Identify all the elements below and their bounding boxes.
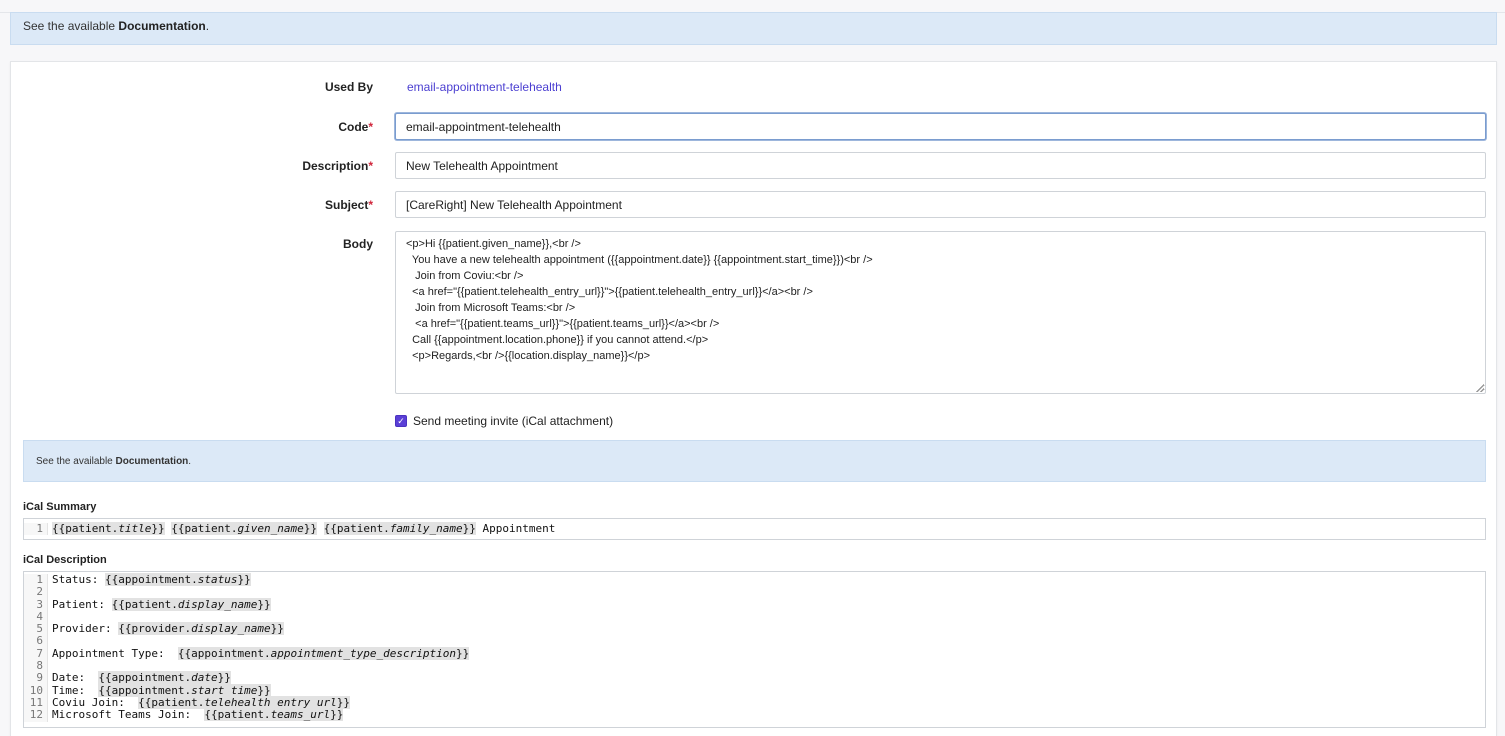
code-text: Microsoft Teams Join:	[52, 708, 205, 722]
code-input[interactable]	[395, 113, 1486, 140]
template-variable: {{appointment.appointment_type_descripti…	[177, 646, 470, 660]
line-number: 2	[24, 585, 48, 599]
required-marker: *	[368, 159, 373, 173]
variable-object: patient.	[151, 695, 205, 709]
variable-field: appointment_type_description	[270, 646, 457, 660]
line-content: {{patient.title}} {{patient.given_name}}…	[48, 522, 556, 535]
send-invite-label: Send meeting invite (iCal attachment)	[413, 414, 614, 428]
variable-object: provider.	[131, 622, 192, 636]
checkbox-checked-icon[interactable]: ✓	[395, 415, 407, 427]
subject-label: Subject*	[324, 198, 373, 212]
code-line[interactable]: 12 Microsoft Teams Join: {{patient.teams_…	[24, 708, 1485, 722]
variable-field: title	[118, 522, 152, 535]
code-line[interactable]: 1 {{patient.title}} {{patient.given_name}…	[24, 522, 1485, 536]
template-form-panel: Used By email-appointment-telehealth Cod…	[10, 61, 1497, 736]
template-variable: {{patient.display_name}}	[111, 597, 271, 611]
documentation-info-box: See the available Documentation.	[23, 440, 1486, 482]
ical-summary-title: iCal Summary	[23, 501, 97, 513]
variable-object: appointment.	[111, 683, 192, 697]
variable-object: appointment.	[118, 573, 198, 586]
line-content: Appointment Type: {{appointment.appointm…	[48, 646, 470, 660]
variable-field: given_name	[237, 522, 304, 535]
variable-field: family_name	[389, 522, 463, 535]
code-line[interactable]: 1 Status: {{appointment.status}}	[24, 573, 1485, 587]
ical-description-title: iCal Description	[23, 554, 107, 566]
variable-field: display_name	[191, 622, 271, 636]
body-label: Body	[343, 237, 373, 251]
template-variable: {{patient.title}}	[52, 522, 165, 535]
code-line[interactable]: 3 Patient: {{patient.display_name}}	[24, 597, 1485, 611]
variable-object: appointment.	[191, 646, 271, 660]
line-number: 1	[24, 522, 48, 536]
code-text: Provider:	[52, 622, 119, 636]
code-text: Patient:	[52, 597, 112, 611]
line-number: 6	[24, 635, 48, 648]
variable-object: appointment.	[111, 671, 192, 685]
documentation-link[interactable]: Documentation	[118, 19, 205, 33]
line-content: Microsoft Teams Join: {{patient.teams_ur…	[48, 708, 344, 722]
code-line[interactable]: 7 Appointment Type: {{appointment.appoint…	[24, 646, 1485, 661]
template-variable: {{patient.given_name}}	[171, 522, 317, 535]
description-input[interactable]	[395, 152, 1486, 179]
template-variable: {{appointment.date}}	[98, 671, 231, 685]
template-variable: {{patient.teams_url}}	[204, 708, 344, 722]
ical-summary-editor[interactable]: 1 {{patient.title}} {{patient.given_name}…	[23, 518, 1486, 540]
doc-box-prefix: See the available	[36, 456, 116, 467]
variable-field: teams_url	[270, 708, 331, 722]
code-line[interactable]: 5 Provider: {{provider.display_name}}	[24, 622, 1485, 636]
variable-object: patient.	[217, 708, 271, 722]
code-text: Status:	[52, 573, 105, 586]
send-invite-row[interactable]: ✓ Send meeting invite (iCal attachment)	[395, 414, 613, 428]
variable-object: patient.	[184, 522, 238, 535]
template-variable: {{patient.telehealth_entry_url}}	[138, 695, 351, 709]
variable-field: telehealth_entry_url	[204, 695, 337, 709]
used-by-label: Used By	[324, 80, 373, 94]
ical-description-editor[interactable]: 1 Status: {{appointment.status}} 2 3 Patient…	[23, 571, 1486, 728]
variable-field: start_time	[191, 683, 258, 697]
banner-prefix: See the available	[23, 19, 119, 33]
doc-box-suffix: .	[188, 456, 192, 467]
code-text: Appointment	[475, 522, 556, 535]
template-variable: {{appointment.start_time}}	[98, 683, 271, 697]
documentation-banner: See the available Documentation.	[10, 12, 1497, 45]
variable-field: date	[191, 671, 218, 685]
variable-field: status	[197, 573, 238, 586]
resize-handle-icon[interactable]	[1476, 384, 1484, 392]
variable-object: patient.	[124, 597, 178, 611]
code-text: Date:	[52, 671, 99, 685]
line-content: Patient: {{patient.display_name}}	[48, 597, 271, 611]
description-label: Description*	[302, 159, 373, 173]
template-variable: {{patient.family_name}}	[323, 522, 476, 535]
required-marker: *	[368, 120, 373, 134]
line-number: 12	[24, 708, 48, 722]
line-number: 9	[24, 672, 48, 685]
code-text: Coviu Join:	[52, 695, 139, 709]
code-label: Code*	[338, 120, 373, 134]
code-line[interactable]: 8	[24, 659, 1485, 673]
used-by-link[interactable]: email-appointment-telehealth	[407, 80, 562, 94]
required-marker: *	[368, 198, 373, 212]
documentation-link[interactable]: Documentation	[116, 456, 189, 467]
variable-object: patient.	[336, 522, 390, 535]
body-textarea[interactable]: <p>Hi {{patient.given_name}},<br /> You …	[395, 231, 1486, 394]
subject-input[interactable]	[395, 191, 1486, 218]
variable-field: display_name	[177, 597, 258, 611]
banner-suffix: .	[205, 19, 210, 33]
line-content: Status: {{appointment.status}}	[48, 573, 251, 586]
template-variable: {{provider.display_name}}	[118, 622, 284, 636]
template-variable: {{appointment.status}}	[104, 573, 251, 586]
code-text: Time:	[52, 683, 99, 697]
variable-object: patient.	[65, 522, 119, 535]
line-content: Provider: {{provider.display_name}}	[48, 622, 284, 636]
code-text: Appointment Type:	[52, 646, 178, 660]
